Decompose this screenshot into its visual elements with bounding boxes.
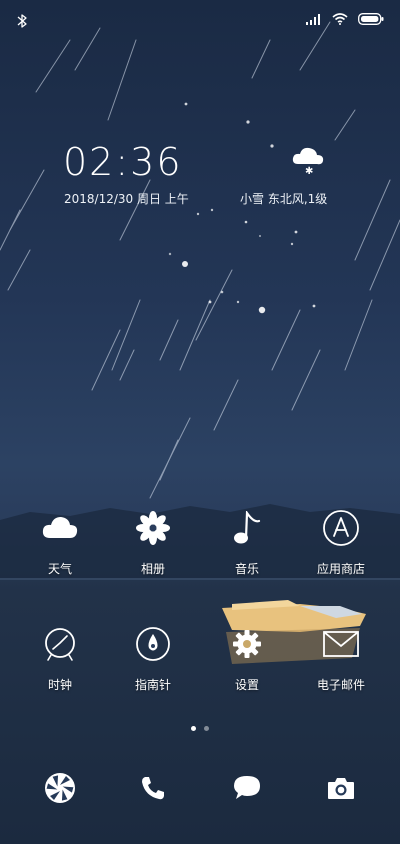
app-label: 电子邮件 xyxy=(316,678,365,692)
browser-icon[interactable] xyxy=(42,770,78,806)
app-gallery[interactable]: 相册 xyxy=(103,508,203,577)
app-label: 音乐 xyxy=(234,562,259,576)
compass-icon xyxy=(133,624,173,664)
app-label: 应用商店 xyxy=(316,562,365,576)
wallpaper xyxy=(0,21,400,664)
flower-icon xyxy=(133,508,173,548)
app-label: 时钟 xyxy=(47,678,72,692)
page-dot-1[interactable] xyxy=(191,726,196,731)
app-music[interactable]: 音乐 xyxy=(197,508,297,577)
clock-time[interactable]: 02:36 xyxy=(63,140,183,184)
app-store[interactable]: 应用商店 xyxy=(291,508,391,577)
app-store-icon xyxy=(321,508,361,548)
app-weather[interactable]: 天气 xyxy=(10,508,110,577)
phone-icon[interactable] xyxy=(135,770,171,806)
status-bar xyxy=(0,0,400,40)
signal-icon xyxy=(306,14,320,25)
clock-icon xyxy=(40,624,80,664)
mail-icon xyxy=(321,624,361,664)
app-settings[interactable]: 设置 xyxy=(197,624,297,693)
page-indicator xyxy=(0,726,400,731)
app-label: 天气 xyxy=(47,562,72,576)
wifi-icon xyxy=(332,13,348,25)
gear-icon xyxy=(227,624,267,664)
app-compass[interactable]: 指南针 xyxy=(103,624,203,693)
app-label: 相册 xyxy=(140,562,165,576)
bluetooth-icon xyxy=(17,14,27,28)
cloud-icon xyxy=(40,508,80,548)
clock-date: 2018/12/30 周日 上午 xyxy=(64,192,189,206)
app-clock[interactable]: 时钟 xyxy=(10,624,110,693)
page-dot-2[interactable] xyxy=(204,726,209,731)
camera-icon[interactable] xyxy=(323,770,359,806)
app-email[interactable]: 电子邮件 xyxy=(291,624,391,693)
svg-text:✱: ✱ xyxy=(305,166,313,177)
weather-text: 小雪 东北风,1级 xyxy=(240,192,328,206)
app-label: 设置 xyxy=(234,678,259,692)
message-icon[interactable] xyxy=(229,770,265,806)
snow-cloud-icon[interactable]: ✱ xyxy=(290,142,326,178)
app-label: 指南针 xyxy=(134,678,171,692)
dock xyxy=(0,770,400,810)
music-note-icon xyxy=(227,508,267,548)
battery-icon xyxy=(358,13,384,25)
